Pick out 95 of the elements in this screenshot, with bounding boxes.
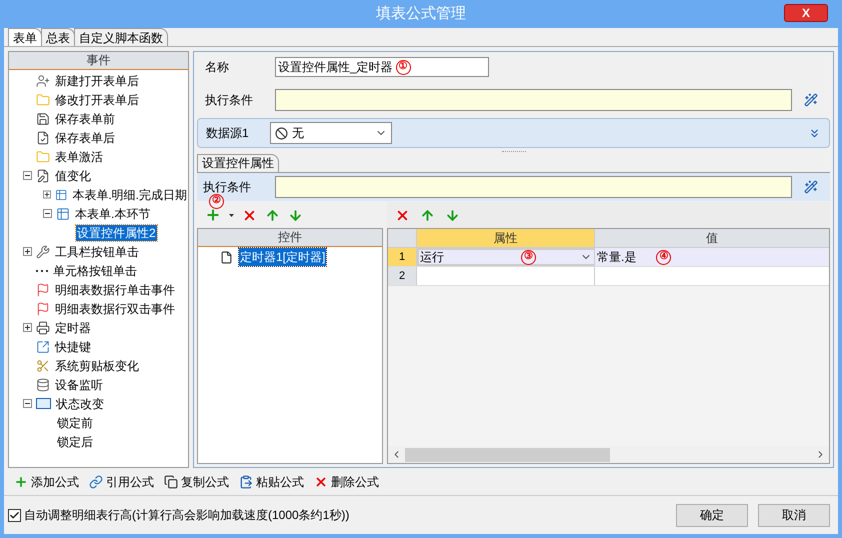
move-up-icon[interactable] <box>420 208 435 222</box>
wand-icon[interactable] <box>804 93 818 107</box>
delete-icon <box>314 474 328 488</box>
database-icon <box>36 378 50 392</box>
paste-icon <box>239 474 253 488</box>
tab[interactable]: 总表 <box>41 28 75 46</box>
checkbox-label: 自动调整明细表行高(计算行高会影响加载速度(1000条约1秒)) <box>24 507 350 524</box>
field-label: 数据源1 <box>206 125 250 142</box>
flag-icon <box>36 302 50 316</box>
table-icon <box>56 206 70 220</box>
tree-item[interactable]: 定时器 <box>54 320 92 336</box>
tree-item[interactable]: 本表单.明细.完成日期 <box>71 186 188 202</box>
wand-icon[interactable] <box>804 180 818 194</box>
toolbar-button[interactable]: 粘贴公式 <box>239 472 304 490</box>
field-label: 名称 <box>205 59 230 76</box>
tree-item[interactable]: 设置控件属性2 <box>76 224 157 240</box>
dialog-button[interactable]: 确定 <box>676 504 748 526</box>
wrench-icon <box>36 244 50 258</box>
column-header: 控件 <box>198 229 382 247</box>
collapse-toggle[interactable] <box>23 171 32 180</box>
none-icon <box>275 126 288 140</box>
row-number: 1 <box>388 248 417 266</box>
condition-field[interactable] <box>275 89 792 111</box>
save-icon <box>36 112 50 126</box>
toolbar-button[interactable]: 引用公式 <box>89 472 154 490</box>
close-button[interactable]: X <box>784 4 828 22</box>
row-number: 2 <box>388 267 417 285</box>
tree-item[interactable]: 保存表单后 <box>54 130 116 146</box>
tree-item[interactable]: 锁定前 <box>56 414 94 430</box>
section-tab[interactable]: 设置控件属性 <box>197 154 279 172</box>
tree-item[interactable]: 值变化 <box>54 168 92 184</box>
expand-icon[interactable] <box>808 126 821 140</box>
list-item[interactable]: 定时器1[定时器] <box>239 248 326 266</box>
move-down-icon[interactable] <box>288 208 303 222</box>
tree-item[interactable]: 明细表数据行双击事件 <box>54 300 176 316</box>
copy-icon <box>164 474 178 488</box>
shortcut-icon <box>36 340 50 354</box>
table-cell-text: 常量.是 <box>596 249 636 266</box>
folder-icon <box>36 150 50 164</box>
tree-item[interactable]: 系统剪贴板变化 <box>54 358 140 374</box>
tree-item[interactable]: 设备监听 <box>54 376 104 392</box>
column-header: 属性 <box>417 229 595 247</box>
expand-toggle[interactable] <box>23 247 32 256</box>
tree-item[interactable]: 锁定后 <box>56 434 94 450</box>
file-check-icon <box>36 130 50 144</box>
window-title: 填表公式管理 <box>376 4 466 24</box>
grid-row[interactable]: 2 <box>388 267 829 286</box>
expand-toggle[interactable] <box>43 190 51 199</box>
move-down-icon[interactable] <box>445 208 460 222</box>
field-label: 执行条件 <box>203 179 252 195</box>
tree-item[interactable]: 修改打开表单后 <box>54 92 140 108</box>
column-header: 事件 <box>9 52 188 70</box>
file-edit-icon <box>36 168 50 182</box>
tree-item[interactable]: 明细表数据行单击事件 <box>54 282 176 298</box>
tree-item[interactable]: 快捷键 <box>54 338 92 354</box>
table-cell[interactable]: 运行 <box>419 248 521 266</box>
caret-icon[interactable] <box>229 214 234 216</box>
tree-item[interactable]: 状态改变 <box>55 396 105 412</box>
table-icon <box>54 188 68 202</box>
expand-toggle[interactable] <box>23 323 32 332</box>
tree-item[interactable]: 新建打开表单后 <box>54 72 140 88</box>
condition-field[interactable] <box>275 176 792 198</box>
folder-icon <box>36 92 50 106</box>
toolbar-button[interactable]: 删除公式 <box>314 472 379 490</box>
annotation-marker: ② <box>209 194 224 208</box>
annotation-marker: ④ <box>656 250 672 264</box>
annotation-marker: ① <box>396 60 411 74</box>
move-up-icon[interactable] <box>265 208 280 222</box>
toolbar-button[interactable]: 添加公式 <box>14 472 79 490</box>
toolbar-button[interactable]: 复制公式 <box>164 472 229 490</box>
name-field[interactable]: 设置控件属性_定时器 ① <box>275 57 489 77</box>
tree-item[interactable]: 单元格按钮单击 <box>52 262 138 278</box>
user-add-icon <box>36 74 50 88</box>
collapse-toggle[interactable] <box>23 399 32 408</box>
annotation-marker: ③ <box>521 250 536 264</box>
flag-icon <box>36 282 50 296</box>
plus-icon <box>14 474 28 488</box>
printer-icon <box>36 320 50 334</box>
collapse-toggle[interactable] <box>43 209 52 218</box>
link-icon <box>89 474 103 488</box>
dialog-button[interactable]: 取消 <box>758 504 830 526</box>
tree-item[interactable]: 本表单.本环节 <box>74 206 152 222</box>
column-header: 值 <box>595 229 829 247</box>
tab[interactable]: 自定义脚本函数 <box>74 28 168 46</box>
field-label: 执行条件 <box>205 92 254 109</box>
datasource-select[interactable]: 无 <box>270 122 392 144</box>
tree-item[interactable]: 工具栏按钮单击 <box>54 244 140 260</box>
tree-item[interactable]: 表单激活 <box>54 148 104 164</box>
add-icon[interactable] <box>205 207 221 223</box>
file-icon <box>220 250 233 264</box>
tree-item[interactable]: 保存表单前 <box>54 110 116 126</box>
scissors-icon <box>36 358 50 372</box>
grid-row[interactable]: 1 运行 ③ 常量.是 ④ <box>388 248 829 267</box>
checkbox[interactable] <box>8 508 21 522</box>
tab[interactable]: 表单 <box>8 28 42 46</box>
